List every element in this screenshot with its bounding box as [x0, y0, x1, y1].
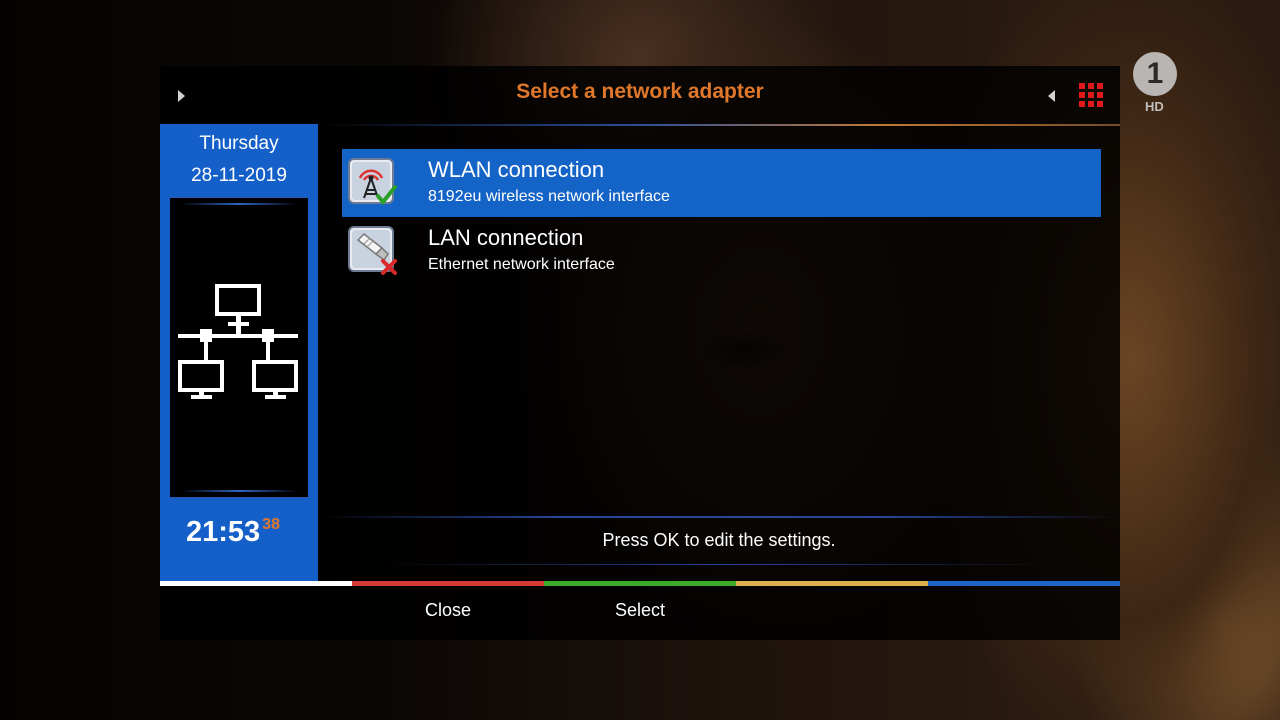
- hint-divider-bottom: [380, 564, 1060, 565]
- title-bar: Select a network adapter: [160, 66, 1120, 124]
- menu-grid-icon[interactable]: [1079, 83, 1103, 107]
- list-item-lan[interactable]: LAN connection Ethernet network interfac…: [342, 217, 1101, 285]
- preview-box: [170, 197, 308, 498]
- adapter-list: WLAN connection 8192eu wireless network …: [342, 149, 1101, 285]
- select-button[interactable]: Select: [544, 600, 736, 621]
- title-divider: [320, 124, 1120, 126]
- clock-time: 21:53: [186, 516, 261, 548]
- list-item-wlan[interactable]: WLAN connection 8192eu wireless network …: [342, 149, 1101, 217]
- list-item-subtitle: 8192eu wireless network interface: [428, 188, 670, 205]
- hint-text: Press OK to edit the settings.: [602, 530, 836, 550]
- weekday-label: Thursday: [199, 133, 279, 154]
- info-panel: Thursday 28-11-2019 21:53 38: [160, 124, 318, 582]
- hint-divider-top: [318, 516, 1120, 518]
- date-label: 28-11-2019: [191, 165, 287, 186]
- channel-logo: 1 HD: [1133, 52, 1179, 114]
- clock-seconds: 38: [262, 516, 280, 533]
- hd-label: HD: [1145, 99, 1164, 114]
- list-item-title: LAN connection: [428, 225, 584, 250]
- list-item-subtitle: Ethernet network interface: [428, 256, 615, 273]
- dialog-title: Select a network adapter: [516, 80, 764, 103]
- close-button[interactable]: Close: [352, 600, 544, 621]
- arrow-left-icon: [1048, 90, 1055, 102]
- list-item-title: WLAN connection: [428, 157, 605, 182]
- channel-logo-disc: 1: [1133, 52, 1177, 96]
- wlan-antenna-icon: [348, 158, 397, 206]
- clock: 21:53 38: [186, 516, 280, 549]
- network-topology-icon: [178, 284, 298, 399]
- ethernet-plug-icon: [348, 226, 397, 275]
- network-adapter-dialog: Select a network adapter Thursday 28-11-…: [160, 66, 1120, 640]
- button-legend: Close Select: [160, 586, 1120, 640]
